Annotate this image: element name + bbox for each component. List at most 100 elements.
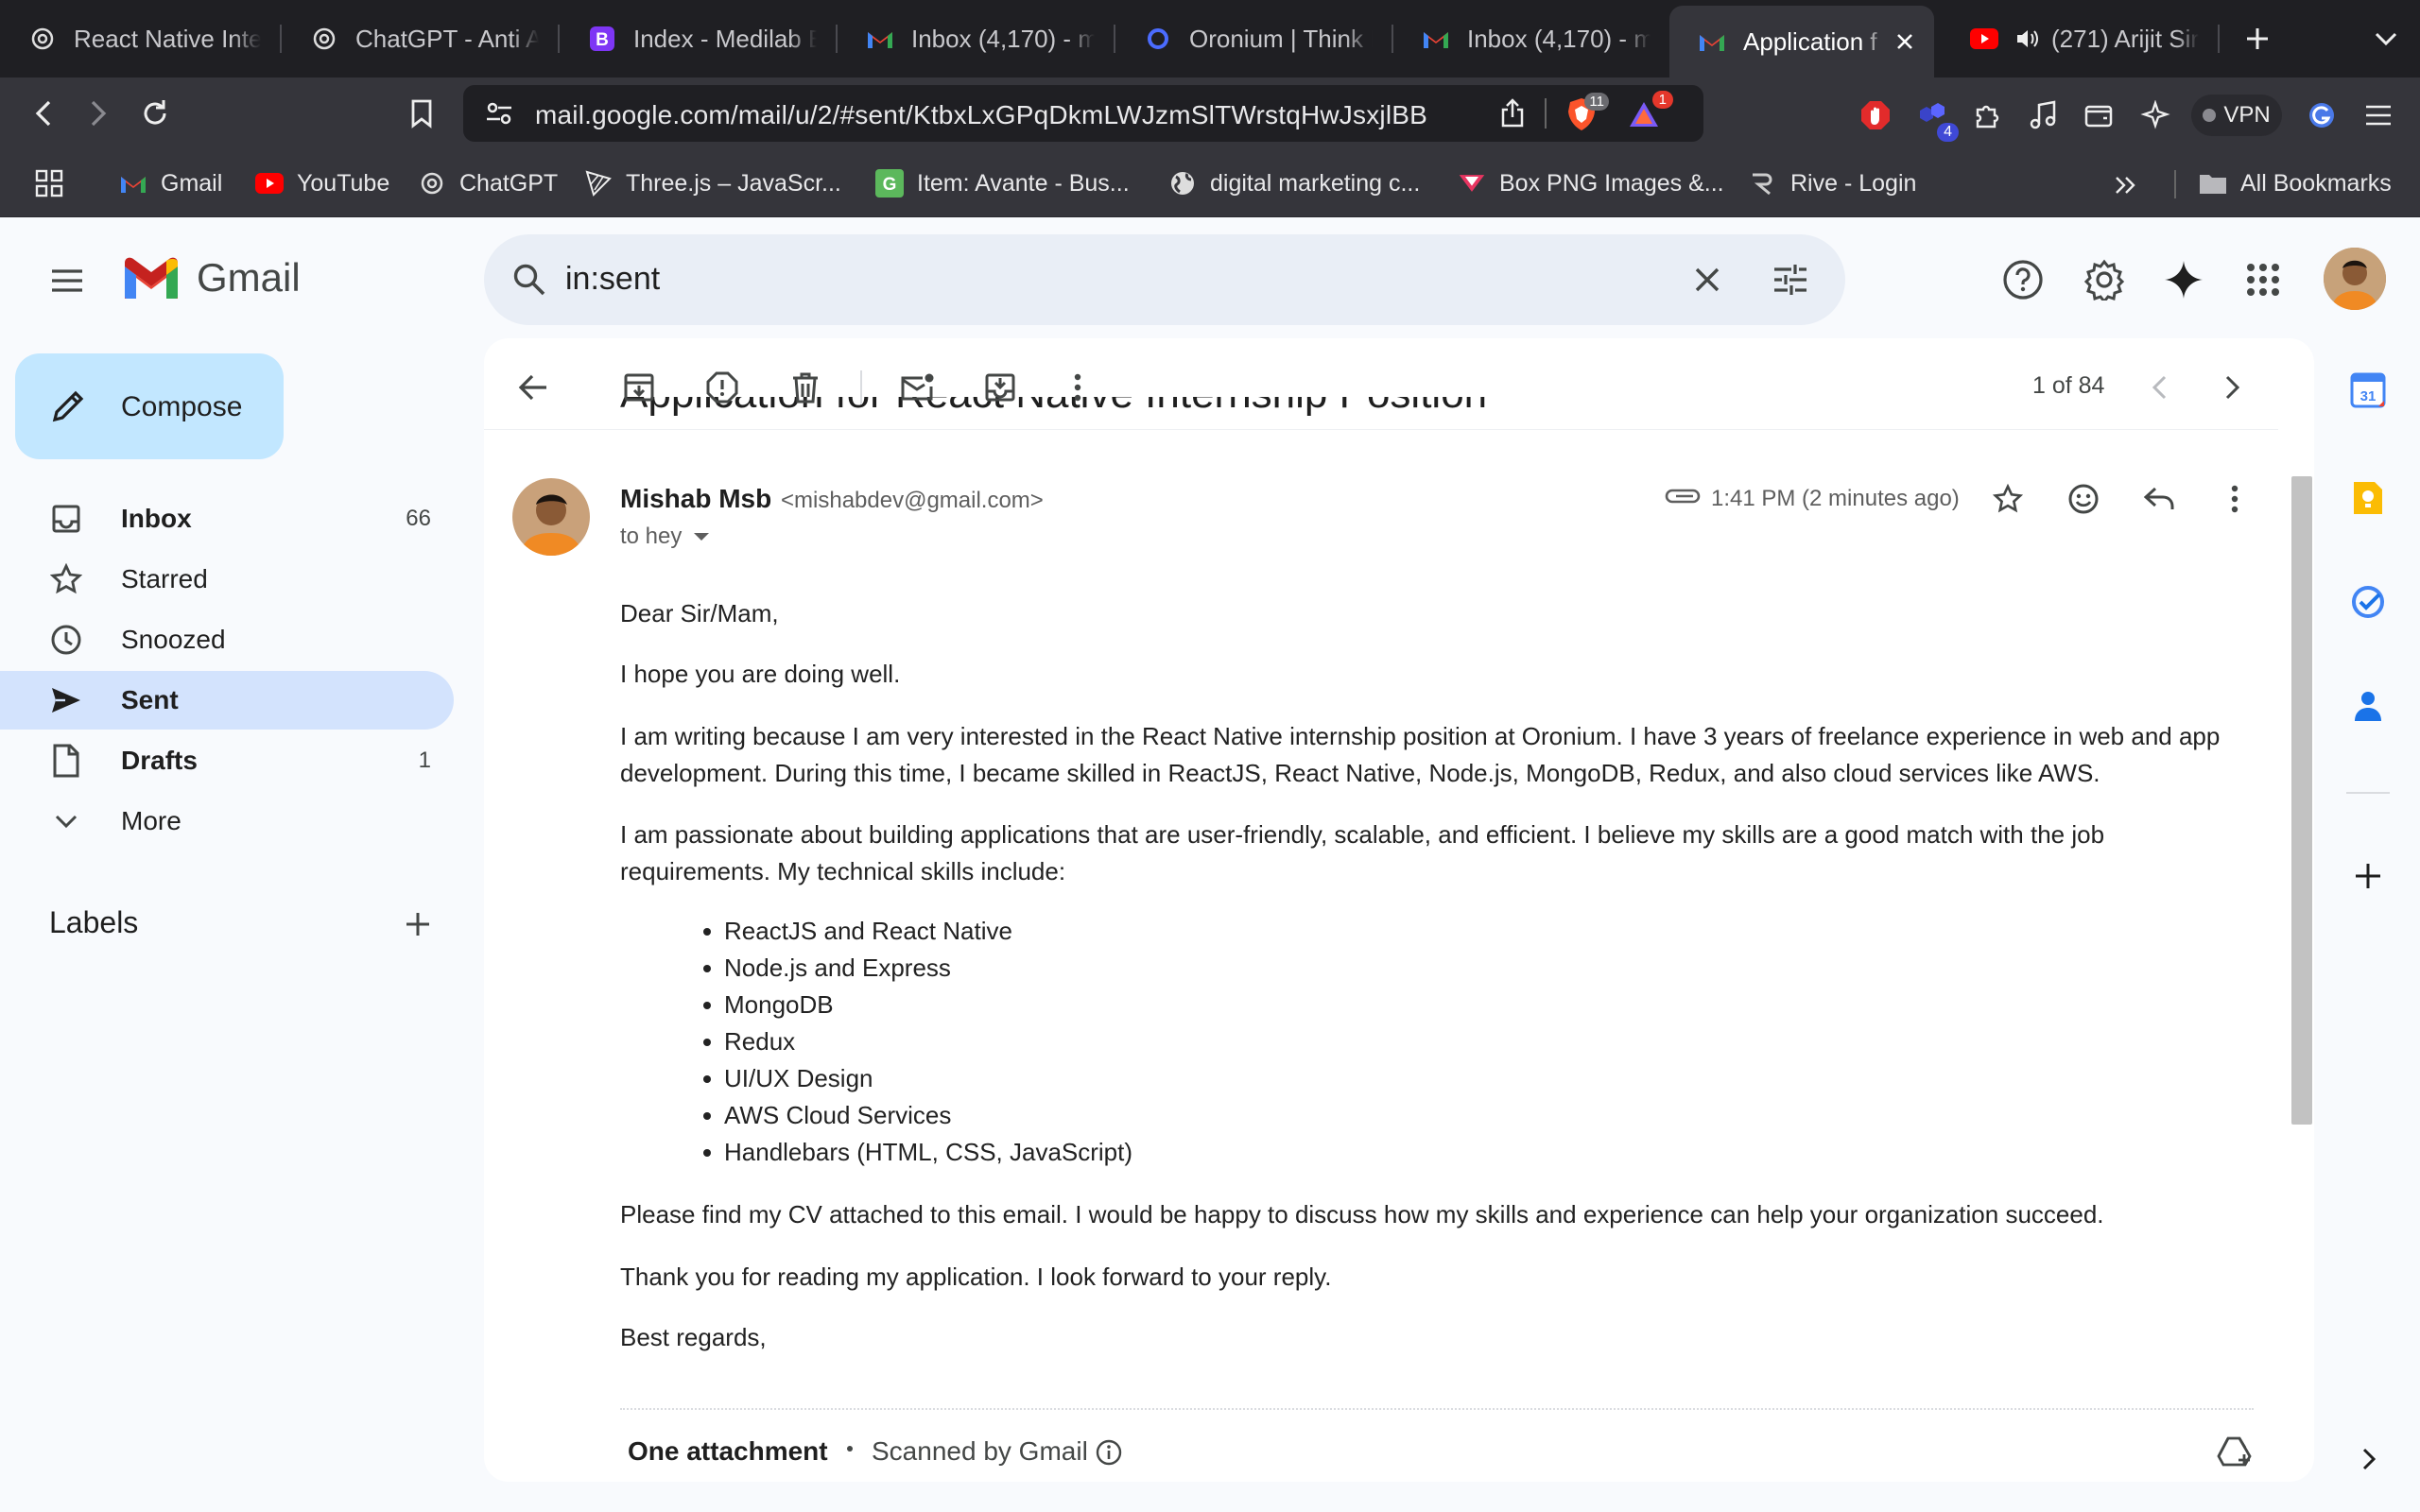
share-icon[interactable] — [1494, 94, 1531, 132]
leo-ai-icon[interactable] — [2133, 93, 2178, 138]
email-paragraph: I am passionate about building applicati… — [620, 820, 2105, 885]
more-actions-icon[interactable] — [1055, 365, 1100, 410]
browser-tab[interactable]: Inbox (4,170) - m — [838, 8, 1114, 70]
calendar-icon[interactable]: 31 — [2346, 369, 2390, 412]
bookmark-digital-marketing[interactable]: digital marketing c... — [1168, 163, 1420, 204]
back-button[interactable] — [21, 91, 66, 136]
bookmark-box-png[interactable]: Box PNG Images &... — [1458, 163, 1724, 204]
delete-button[interactable] — [783, 365, 828, 410]
archive-button[interactable] — [616, 365, 662, 410]
bookmark-youtube[interactable]: YouTube — [255, 163, 389, 204]
vpn-label: VPN — [2223, 102, 2271, 128]
toolbar-divider — [484, 429, 2278, 430]
pngtree-icon — [1458, 169, 1486, 198]
google-apps-icon[interactable] — [2237, 253, 2290, 306]
site-settings-icon[interactable] — [482, 96, 516, 130]
add-to-drive-icon[interactable] — [2212, 1429, 2257, 1474]
tab-search-chevron-icon[interactable] — [2363, 17, 2409, 60]
search-bar[interactable]: in:sent — [484, 234, 1845, 325]
svg-text:B: B — [596, 30, 609, 50]
apps-grid-icon[interactable] — [28, 163, 70, 204]
extension-hexagons-icon[interactable]: 4 — [1910, 93, 1959, 142]
vpn-button[interactable]: VPN — [2191, 94, 2282, 136]
sidebar-item-more[interactable]: More — [0, 792, 454, 850]
star-message-icon[interactable] — [1985, 476, 2031, 522]
bookmark-envato-item[interactable]: G Item: Avante - Bus... — [875, 163, 1130, 204]
folder-icon — [2199, 169, 2227, 198]
reload-button[interactable] — [132, 91, 178, 136]
brave-shields-icon[interactable]: 11 — [1560, 93, 1609, 136]
browser-tab[interactable]: Oronium | Think D — [1115, 8, 1392, 70]
tasks-icon[interactable] — [2346, 580, 2390, 624]
chevron-down-icon — [49, 804, 83, 838]
attachment-heading: One attachment — [628, 1436, 828, 1466]
media-controls-icon[interactable] — [2021, 93, 2066, 138]
brave-rewards-icon[interactable]: 1 — [1622, 91, 1673, 136]
browser-menu-icon[interactable] — [2356, 93, 2401, 138]
forward-button[interactable] — [76, 91, 121, 136]
gmail-logo[interactable]: Gmail — [121, 255, 301, 301]
settings-gear-icon[interactable] — [2078, 253, 2131, 306]
pencil-icon — [49, 387, 87, 425]
newer-message-button[interactable] — [2136, 365, 2182, 410]
browser-tab[interactable]: React Native Inte — [0, 8, 280, 70]
browser-tab[interactable]: ChatGPT - Anti A — [282, 8, 558, 70]
reply-icon[interactable] — [2136, 476, 2182, 522]
bookmark-gmail[interactable]: Gmail — [119, 163, 222, 204]
extension-adblock-icon[interactable] — [1853, 93, 1898, 138]
keep-notes-icon[interactable] — [2346, 476, 2390, 520]
new-tab-button[interactable] — [2235, 17, 2280, 60]
create-label-icon[interactable] — [395, 902, 441, 947]
info-icon[interactable] — [1093, 1436, 1125, 1469]
mark-unread-button[interactable] — [894, 365, 940, 410]
show-side-panel-chevron-icon[interactable] — [2350, 1440, 2388, 1478]
wallet-icon[interactable] — [2076, 93, 2121, 138]
profile-switcher-icon[interactable] — [2299, 93, 2344, 138]
sidebar-item-snoozed[interactable]: Snoozed — [0, 610, 454, 669]
search-input[interactable]: in:sent — [565, 261, 660, 298]
all-bookmarks-folder[interactable]: All Bookmarks — [2199, 163, 2392, 204]
back-to-sent-button[interactable] — [510, 365, 556, 410]
browser-tab-strip: React Native Inte ChatGPT - Anti A B Ind… — [0, 0, 2420, 77]
sidebar-item-drafts[interactable]: Drafts 1 — [0, 731, 454, 790]
bookmark-chatgpt[interactable]: ChatGPT — [418, 163, 558, 204]
get-addons-icon[interactable] — [2346, 854, 2390, 898]
main-menu-icon[interactable] — [43, 257, 91, 304]
move-to-button[interactable] — [977, 365, 1023, 410]
address-bar[interactable]: mail.google.com/mail/u/2/#sent/KtbxLxGPq… — [463, 85, 1703, 142]
add-reaction-icon[interactable] — [2061, 476, 2106, 522]
youtube-icon — [255, 169, 284, 198]
sidebar-item-inbox[interactable]: Inbox 66 — [0, 490, 454, 548]
contacts-icon[interactable] — [2346, 684, 2390, 728]
clear-search-icon[interactable] — [1685, 257, 1730, 302]
search-icon[interactable] — [507, 257, 552, 302]
search-options-icon[interactable] — [1768, 257, 1813, 302]
message-scrollbar[interactable] — [2291, 476, 2312, 1125]
divider — [860, 370, 862, 404]
sidebar-item-sent[interactable]: Sent — [0, 671, 454, 730]
browser-tab-active[interactable]: Application f — [1669, 6, 1934, 77]
close-tab-icon[interactable] — [1894, 31, 1915, 52]
browser-tab[interactable]: Inbox (4,170) - m — [1393, 8, 1669, 70]
message-more-icon[interactable] — [2212, 476, 2257, 522]
sender-name[interactable]: Mishab Msb — [620, 484, 771, 514]
threejs-icon — [584, 169, 613, 198]
browser-tab[interactable]: (271) Arijit Sir — [1942, 8, 2218, 70]
compose-button[interactable]: Compose — [15, 353, 284, 459]
support-help-icon[interactable] — [1996, 253, 2049, 306]
show-details-icon[interactable] — [686, 525, 717, 548]
bookmark-rive-login[interactable]: Rive - Login — [1749, 163, 1916, 204]
bookmark-threejs[interactable]: Three.js – JavaScr... — [584, 163, 841, 204]
browser-tab[interactable]: B Index - Medilab B — [560, 8, 836, 70]
bookmark-page-button[interactable] — [399, 91, 444, 136]
gemini-sparkle-icon[interactable] — [2157, 253, 2210, 306]
audio-playing-icon[interactable] — [2015, 27, 2040, 50]
draft-icon — [49, 744, 83, 778]
account-avatar[interactable] — [2324, 248, 2386, 310]
extensions-puzzle-icon[interactable] — [1964, 93, 2010, 138]
report-spam-button[interactable] — [700, 365, 745, 410]
sidebar-item-starred[interactable]: Starred — [0, 550, 454, 609]
sender-avatar[interactable] — [512, 478, 590, 556]
older-message-button[interactable] — [2210, 365, 2256, 410]
more-bookmarks-chevron-icon[interactable] — [2106, 166, 2144, 204]
